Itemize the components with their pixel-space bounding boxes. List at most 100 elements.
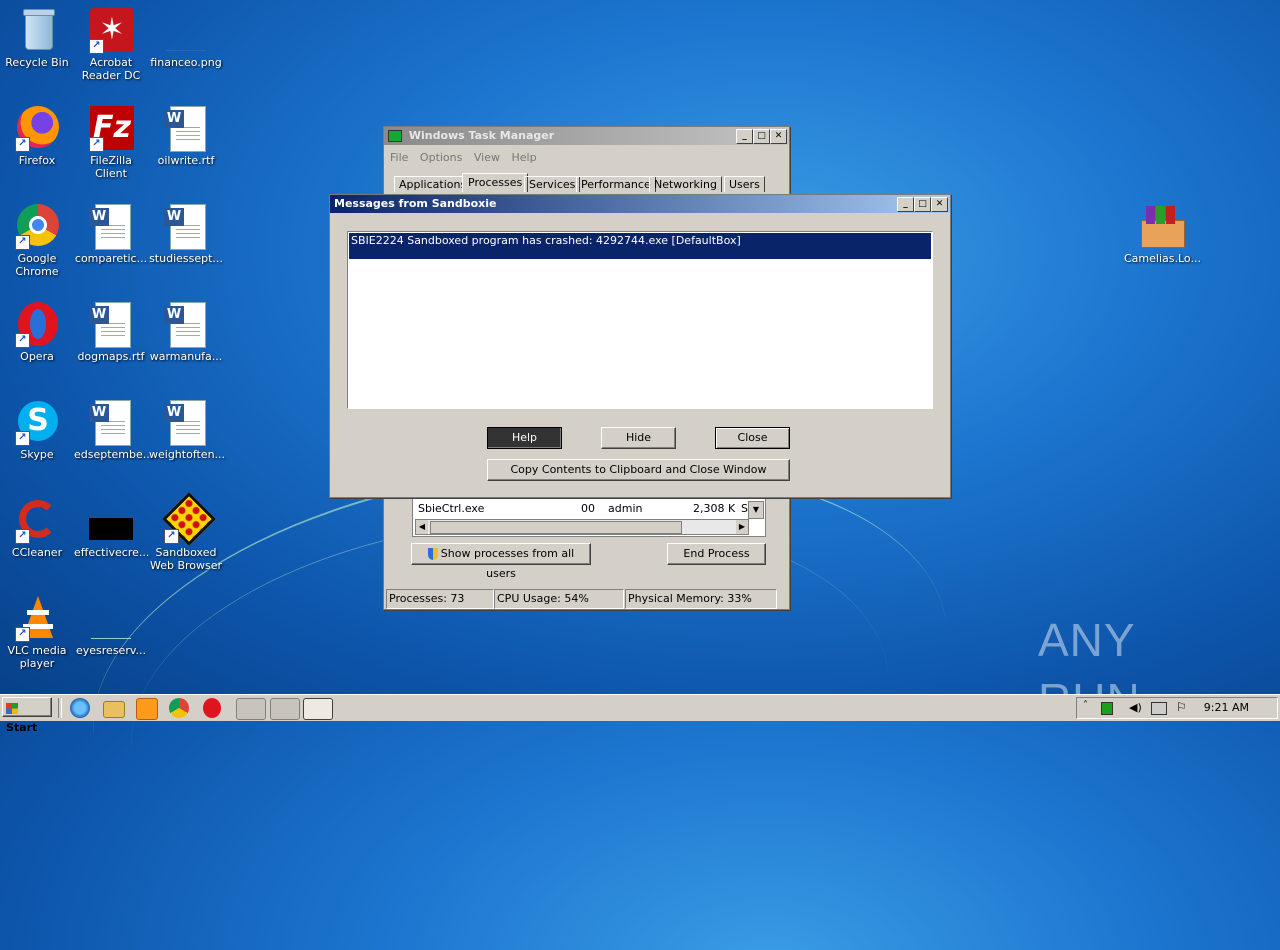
desktop-icon-camelias[interactable]: Camelias.Lo...	[1124, 202, 1201, 265]
table-row[interactable]: SbieCtrl.exe 00 admin 2,308 K Sa	[413, 501, 755, 517]
ie-icon[interactable]	[70, 698, 90, 718]
word-doc-icon: W	[162, 300, 210, 348]
speaker-icon[interactable]: ◀)	[1129, 701, 1142, 714]
system-tray: ˄ ◀) ⚐ 9:21 AM	[1076, 697, 1278, 719]
chrome-icon: ↗	[13, 202, 61, 250]
scroll-thumb[interactable]	[430, 521, 682, 534]
desktop-icon-chrome[interactable]: ↗ Google Chrome	[0, 202, 74, 278]
message-list[interactable]: SBIE2224 Sandboxed program has crashed: …	[347, 231, 933, 409]
start-button[interactable]: Start	[2, 697, 52, 734]
tab-applications[interactable]: Applications	[394, 176, 472, 192]
process-list: SbieCtrl.exe 00 admin 2,308 K Sa ▼ ◀ ▶	[412, 497, 766, 537]
horizontal-scrollbar[interactable]: ◀ ▶	[415, 519, 749, 535]
tab-processes[interactable]: Processes	[462, 173, 529, 192]
minimize-button[interactable]: _	[736, 129, 753, 144]
task-manager-taskbar-icon[interactable]	[236, 698, 266, 720]
status-memory: Physical Memory: 33%	[625, 589, 777, 609]
close-button[interactable]: ✕	[770, 129, 787, 144]
status-cpu: CPU Usage: 54%	[494, 589, 624, 609]
tab-performance[interactable]: Performance	[576, 176, 656, 192]
tray-expand-icon[interactable]: ˄	[1083, 700, 1088, 711]
acrobat-icon: ✶ ↗	[87, 6, 135, 54]
flag-icon[interactable]: ⚐	[1176, 700, 1187, 714]
tab-networking[interactable]: Networking	[649, 176, 722, 192]
desktop-icon-weightoften[interactable]: W weightoften...	[149, 398, 225, 461]
show-all-processes-label: Show processes from all users	[440, 547, 575, 580]
task-manager-tabs: Applications Processes Services Performa…	[394, 173, 784, 193]
desktop-icon-sandboxed-browser[interactable]: ↗ Sandboxed Web Browser	[149, 492, 223, 572]
word-doc-icon: W	[87, 398, 135, 446]
vertical-scrollbar[interactable]: ▼	[748, 501, 764, 519]
network-status-icon[interactable]	[1101, 702, 1113, 715]
desktop-icon-filezilla[interactable]: Fz ↗ FileZilla Client	[74, 104, 148, 180]
message-row-selected[interactable]: SBIE2224 Sandboxed program has crashed: …	[349, 233, 931, 259]
desktop-icon-edseptembe[interactable]: W edseptembe...	[74, 398, 153, 461]
media-player-icon[interactable]	[136, 698, 158, 720]
message-text: SBIE2224 Sandboxed program has crashed: …	[351, 234, 741, 247]
sandboxie-dialog: Messages from Sandboxie _ □ ✕ SBIE2224 S…	[329, 194, 951, 498]
process-user: admin	[608, 502, 643, 515]
status-bar: Processes: 73 CPU Usage: 54% Physical Me…	[386, 589, 786, 609]
end-process-button[interactable]: End Process	[667, 543, 766, 565]
desktop-icon-ccleaner[interactable]: ↗ CCleaner	[0, 496, 74, 559]
close-button[interactable]: ✕	[931, 197, 948, 212]
anyrun-watermark: ANY RUN	[1038, 614, 1140, 726]
desktop-icon-eyesreserv[interactable]: eyesreserv...	[74, 594, 148, 657]
menu-file[interactable]: File	[390, 151, 408, 164]
task-manager-app-icon	[388, 130, 402, 142]
word-doc-icon: W	[162, 202, 210, 250]
network-icon[interactable]	[1151, 702, 1167, 715]
minimize-button[interactable]: _	[897, 197, 914, 212]
sandboxie-titlebar[interactable]: Messages from Sandboxie _ □ ✕	[330, 195, 950, 213]
start-label: Start	[6, 721, 38, 734]
winrar-icon	[1137, 202, 1185, 250]
sandboxie-icon: ↗	[162, 492, 216, 546]
copy-and-close-button[interactable]: Copy Contents to Clipboard and Close Win…	[487, 459, 790, 481]
taskbar: Start ˄ ◀) ⚐ 9:21 AM	[0, 694, 1280, 734]
word-doc-icon: W	[87, 300, 135, 348]
scroll-left-arrow[interactable]: ◀	[416, 520, 428, 534]
desktop-icon-studiessept[interactable]: W studiessept...	[149, 202, 223, 265]
recycle-bin-icon	[13, 6, 61, 54]
desktop-icon-opera[interactable]: ↗ Opera	[0, 300, 74, 363]
desktop-icon-effectivecre[interactable]: effectivecre...	[74, 496, 149, 559]
firefox-icon: ↗	[13, 104, 61, 152]
tab-users[interactable]: Users	[724, 176, 765, 192]
desktop-icon-comparetic[interactable]: W comparetic...	[74, 202, 148, 265]
sandboxie-taskbar-icon[interactable]	[303, 698, 333, 720]
opera-taskbar-icon[interactable]	[203, 698, 221, 718]
clock[interactable]: 9:21 AM	[1204, 701, 1249, 714]
desktop-icon-recycle-bin[interactable]: Recycle Bin	[0, 6, 74, 69]
desktop-icon-skype[interactable]: S ↗ Skype	[0, 398, 74, 461]
desktop-icon-firefox[interactable]: ↗ Firefox	[0, 104, 74, 167]
status-processes: Processes: 73	[386, 589, 494, 609]
tab-services[interactable]: Services	[524, 176, 581, 192]
menu-view[interactable]: View	[474, 151, 500, 164]
maximize-button[interactable]: □	[914, 197, 931, 212]
chrome-taskbar-icon[interactable]	[169, 698, 189, 718]
task-manager-titlebar[interactable]: Windows Task Manager _ □ ✕	[384, 127, 789, 145]
desktop-icon-acrobat[interactable]: ✶ ↗ Acrobat Reader DC	[74, 6, 148, 82]
menu-help[interactable]: Help	[511, 151, 536, 164]
quick-launch-separator	[58, 698, 62, 718]
menu-options[interactable]: Options	[420, 151, 462, 164]
filezilla-icon: Fz ↗	[87, 104, 135, 152]
word-doc-icon: W	[162, 398, 210, 446]
scroll-right-arrow[interactable]: ▶	[736, 520, 748, 534]
ccleaner-icon: ↗	[13, 496, 61, 544]
desktop-icon-dogmaps[interactable]: W dogmaps.rtf	[74, 300, 148, 363]
sandboxie-title: Messages from Sandboxie	[334, 197, 497, 210]
desktop-icon-vlc[interactable]: ↗ VLC media player	[0, 594, 74, 670]
vlc-icon: ↗	[13, 594, 61, 642]
process-mem: 2,308 K	[693, 502, 736, 515]
hide-button[interactable]: Hide	[601, 427, 676, 449]
maximize-button[interactable]: □	[753, 129, 770, 144]
desktop-icon-oilwrite[interactable]: W oilwrite.rtf	[149, 104, 223, 167]
desktop-icon-warmanufa[interactable]: W warmanufa...	[149, 300, 223, 363]
folder-icon[interactable]	[103, 701, 125, 718]
desktop-icon-financeo[interactable]: financeo.png	[149, 6, 223, 69]
help-button[interactable]: Help	[487, 427, 562, 449]
window-taskbar-icon[interactable]	[270, 698, 300, 720]
close-dialog-button[interactable]: Close	[715, 427, 790, 449]
show-all-processes-button[interactable]: Show processes from all users	[411, 543, 591, 580]
